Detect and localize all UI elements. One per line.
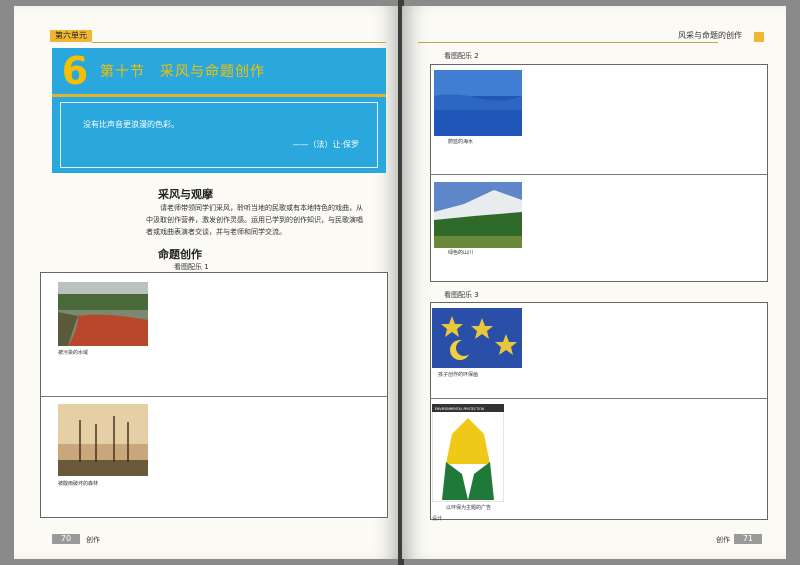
box-divider xyxy=(430,174,767,175)
quote-author: ——（法）让·保罗 xyxy=(292,140,359,149)
sub-label: 看图配乐 3 xyxy=(444,291,479,299)
quote-box: 没有比声音更浪漫的色彩。 ——（法）让·保罗 xyxy=(52,97,386,173)
caption: 绿色的山川 xyxy=(448,250,474,256)
quote-frame: 没有比声音更浪漫的色彩。 ——（法）让·保罗 xyxy=(60,102,378,168)
caption: 被酸雨破坏的森林 xyxy=(58,481,99,487)
header-title: 风采与命题的创作 xyxy=(678,31,742,40)
box-divider xyxy=(430,398,767,399)
chapter-banner: 6 第十节 采风与命题创作 xyxy=(52,48,386,94)
body-line: 中汲取创作营养，激发创作灵感。运用已学到的创作知识，与民歌演唱 xyxy=(146,216,363,224)
chapter-title: 第十节 采风与命题创作 xyxy=(100,64,265,80)
kids-eco-painting-photo xyxy=(432,308,522,368)
eco-ad-poster: ENVIRONMENTAL PROTECTION xyxy=(432,404,504,502)
unit-tab: 第六单元 xyxy=(50,30,92,42)
body-line: 请老师带领同学们采风，聆听当地的民歌或有本地特色的戏曲，从 xyxy=(160,204,363,212)
caption: 孩子创作的环保画 xyxy=(438,372,479,378)
body-line: 者或戏曲表演者交谈，并与老师和同学交流。 xyxy=(146,228,286,236)
sub-label: 看图配乐 2 xyxy=(444,52,479,60)
sub-label: 看图配乐 1 xyxy=(174,263,209,271)
chapter-number: 6 xyxy=(61,49,89,93)
right-page: 风采与命题的创作 看图配乐 2 蔚蓝的海水 绿色的山川 看图配乐 3 孩子创作的… xyxy=(402,6,786,559)
left-page: 第六单元 6 第十节 采风与命题创作 没有比声音更浪漫的色彩。 ——（法）让·保… xyxy=(14,6,400,559)
section-body: 请老师带领同学们采风，聆听当地的民歌或有本地特色的戏曲，从 中汲取创作营养，激发… xyxy=(146,202,396,238)
footer-word: 创作 xyxy=(716,536,730,544)
caption: 以环保为主题的广告 xyxy=(446,505,492,511)
green-mountain-photo xyxy=(434,182,522,248)
header-rule xyxy=(92,42,386,43)
poster-title: ENVIRONMENTAL PROTECTION xyxy=(435,407,485,411)
acid-rain-forest-photo xyxy=(58,404,148,476)
caption: 被污染的水域 xyxy=(58,350,89,356)
blue-sea-photo xyxy=(434,70,522,136)
header-tab xyxy=(754,32,764,42)
caption: 设计 xyxy=(432,516,443,522)
caption: 蔚蓝的海水 xyxy=(448,139,474,145)
page-number: 71 xyxy=(734,534,762,544)
box-divider xyxy=(40,396,387,397)
quote-text: 没有比声音更浪漫的色彩。 xyxy=(83,120,179,129)
section-heading-topic: 命题创作 xyxy=(158,248,202,261)
section-heading-fieldwork: 采风与观摩 xyxy=(158,188,213,201)
header-rule xyxy=(418,42,718,43)
footer-word: 创作 xyxy=(86,536,100,544)
page-number: 70 xyxy=(52,534,80,544)
polluted-water-photo xyxy=(58,282,148,346)
